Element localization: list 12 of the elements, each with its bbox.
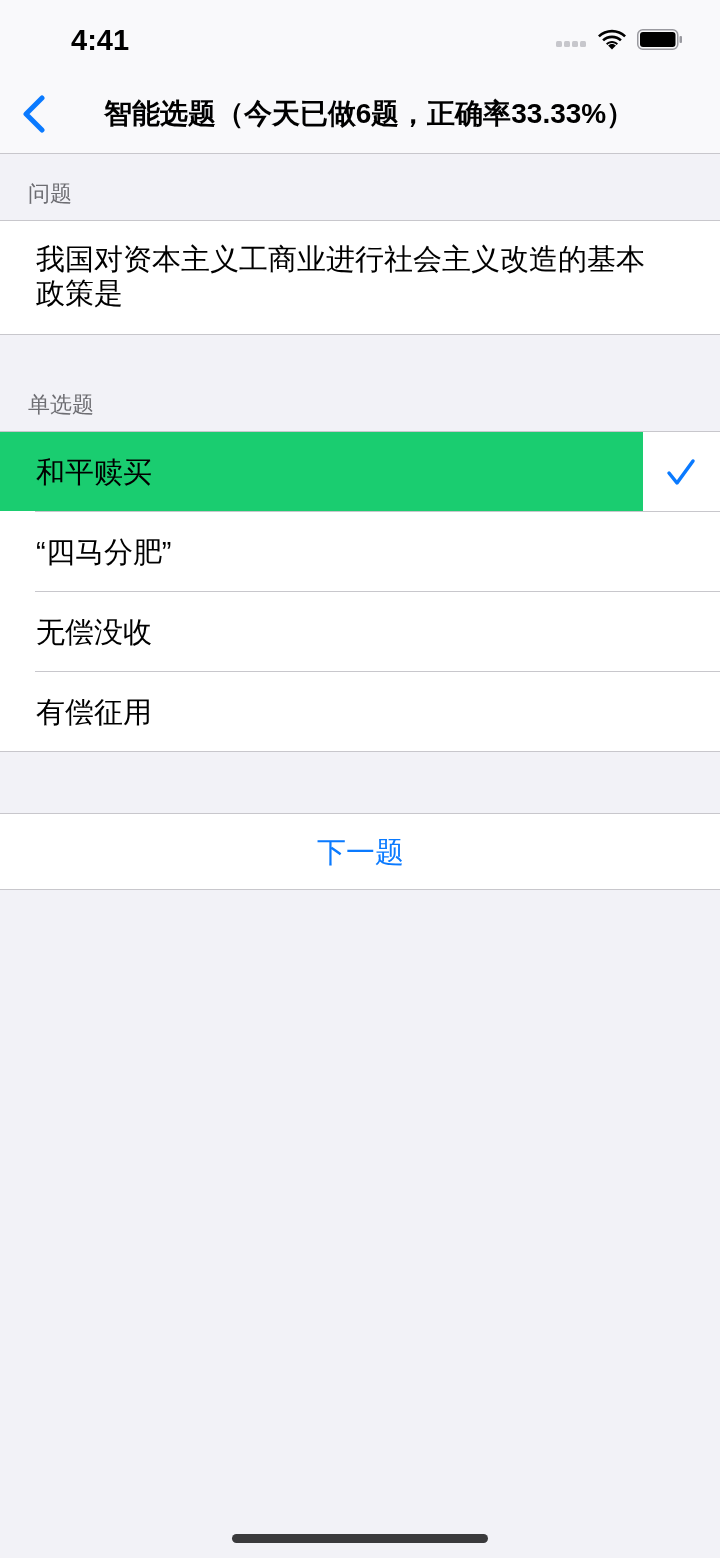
status-time: 4:41 [71, 22, 130, 57]
section-header: 单选题 [28, 392, 94, 417]
signal-icon [556, 40, 586, 47]
next-button[interactable]: 下一题 [0, 813, 720, 890]
nav-title: 智能选题（今天已做6题，正确率33.33%） [103, 97, 635, 131]
chevron-left-icon [22, 95, 46, 133]
battery-icon [637, 29, 682, 50]
back-button[interactable] [20, 94, 48, 134]
question-text: 我国对资本主义工商业进行社会主义改造的基本政策是 [36, 242, 646, 310]
section-header: 问题 [28, 181, 72, 206]
wifi-icon [598, 29, 626, 50]
answer-option[interactable]: 和平赎买 [0, 432, 643, 511]
